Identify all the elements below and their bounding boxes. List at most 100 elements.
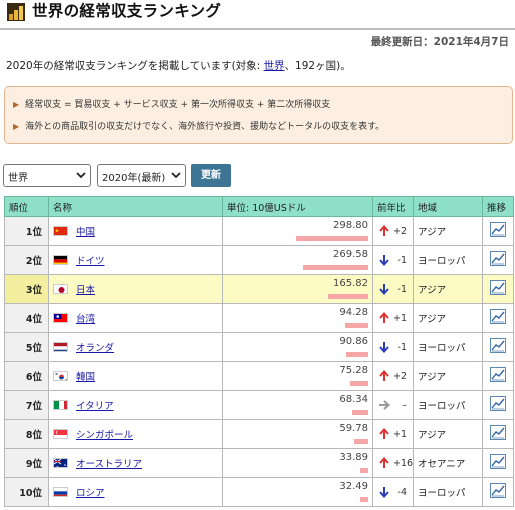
- germany-flag-icon: [53, 255, 68, 265]
- header-change[interactable]: 前年比: [372, 196, 414, 217]
- trend-cell[interactable]: [482, 448, 514, 478]
- rank-cell: 9位: [4, 448, 49, 478]
- page-title: 世界の経常収支ランキング: [32, 2, 222, 20]
- table-row: 5位 オランダ 90.86 -1 ヨーロッパ: [4, 332, 514, 362]
- definition-note-box: ▶ 経常収支 = 貿易収支 + サービス収支 + 第一次所得収支 + 第二次所得収…: [4, 86, 513, 144]
- name-cell: 韓国: [48, 361, 223, 391]
- down-arrow-icon: [379, 342, 389, 354]
- rank-cell: 5位: [4, 332, 49, 362]
- rank-cell: 4位: [4, 303, 49, 333]
- value-number: 59.78: [339, 423, 368, 434]
- change-value: +1: [393, 312, 408, 324]
- table-row: 6位 韓国 75.28 +2 アジア: [4, 361, 514, 391]
- rank-cell: 8位: [4, 419, 49, 449]
- table-row: 3位 日本 165.82 -1 アジア: [4, 274, 514, 304]
- right-arrow-icon: [379, 400, 391, 410]
- trend-cell[interactable]: [482, 419, 514, 449]
- line-chart-icon: [490, 483, 506, 498]
- value-bar: [346, 352, 368, 357]
- header-region[interactable]: 地域: [413, 196, 483, 217]
- header-value[interactable]: 単位: 10億USドル: [222, 196, 373, 217]
- value-cell: 59.78: [222, 419, 373, 449]
- update-button[interactable]: 更新: [191, 164, 231, 187]
- value-cell: 32.49: [222, 477, 373, 507]
- change-cell: +2: [372, 361, 414, 391]
- value-bar: [354, 439, 368, 444]
- table-row: 8位 シンガポール 59.78 +1 アジア: [4, 419, 514, 449]
- trend-cell[interactable]: [482, 245, 514, 275]
- country-link[interactable]: オランダ: [76, 340, 114, 354]
- trend-cell[interactable]: [482, 477, 514, 507]
- table-row: 1位 中国 298.80 +2 アジア: [4, 216, 514, 246]
- region-cell: アジア: [413, 419, 483, 449]
- russia-flag-icon: [53, 487, 68, 497]
- region-cell: ヨーロッパ: [413, 245, 483, 275]
- value-number: 68.34: [339, 394, 368, 405]
- rank-cell: 1位: [4, 216, 49, 246]
- region-cell: アジア: [413, 361, 483, 391]
- line-chart-icon: [490, 222, 506, 237]
- value-cell: 75.28: [222, 361, 373, 391]
- name-cell: 台湾: [48, 303, 223, 333]
- header-name[interactable]: 名称: [48, 196, 223, 217]
- country-link[interactable]: 中国: [76, 224, 95, 238]
- trend-cell[interactable]: [482, 216, 514, 246]
- japan-flag-icon: [53, 284, 68, 294]
- line-chart-icon: [490, 309, 506, 324]
- country-link[interactable]: ドイツ: [76, 253, 105, 267]
- up-arrow-icon: [379, 224, 389, 236]
- country-link[interactable]: ロシア: [76, 485, 105, 499]
- value-cell: 269.58: [222, 245, 373, 275]
- rank-cell: 10位: [4, 477, 49, 507]
- change-cell: +1: [372, 419, 414, 449]
- value-number: 165.82: [333, 278, 368, 289]
- value-number: 269.58: [333, 249, 368, 260]
- korea-flag-icon: [53, 371, 68, 381]
- region-cell: アジア: [413, 216, 483, 246]
- country-link[interactable]: 日本: [76, 282, 95, 296]
- change-value: +1: [393, 428, 408, 440]
- page-header: 世界の経常収支ランキング: [0, 0, 515, 30]
- trend-cell[interactable]: [482, 390, 514, 420]
- country-link[interactable]: 台湾: [76, 311, 95, 325]
- trend-cell[interactable]: [482, 303, 514, 333]
- up-arrow-icon: [379, 427, 389, 439]
- region-cell: ヨーロッパ: [413, 477, 483, 507]
- note-line: ▶ 経常収支 = 貿易収支 + サービス収支 + 第一次所得収支 + 第二次所得収…: [13, 100, 331, 110]
- line-chart-icon: [490, 396, 506, 411]
- ranking-table: 順位 名称 単位: 10億USドル 前年比 地域 推移 1位 中国 298.80 +2…: [4, 196, 514, 507]
- table-row: 4位 台湾 94.28 +1 アジア: [4, 303, 514, 333]
- line-chart-icon: [490, 367, 506, 382]
- line-chart-icon: [490, 280, 506, 295]
- gold-bars-logo-icon: [7, 3, 25, 21]
- country-link[interactable]: オーストラリア: [76, 456, 142, 470]
- value-number: 94.28: [339, 307, 368, 318]
- value-number: 298.80: [333, 220, 368, 231]
- value-cell: 68.34: [222, 390, 373, 420]
- chevron-down-icon: [171, 172, 181, 179]
- value-bar: [350, 381, 368, 386]
- trend-cell[interactable]: [482, 332, 514, 362]
- trend-cell[interactable]: [482, 361, 514, 391]
- change-cell: –: [372, 390, 414, 420]
- name-cell: オランダ: [48, 332, 223, 362]
- country-link[interactable]: 韓国: [76, 369, 95, 383]
- trend-cell[interactable]: [482, 274, 514, 304]
- value-bar: [328, 294, 368, 299]
- line-chart-icon: [490, 338, 506, 353]
- change-value: -1: [397, 283, 407, 295]
- value-bar: [352, 410, 368, 415]
- world-link[interactable]: 世界: [264, 60, 285, 72]
- region-select[interactable]: 世界: [3, 164, 91, 187]
- line-chart-icon: [490, 251, 506, 266]
- table-row: 10位 ロシア 32.49 -4 ヨーロッパ: [4, 477, 514, 507]
- country-link[interactable]: シンガポール: [76, 427, 133, 441]
- value-number: 33.89: [339, 452, 368, 463]
- country-link[interactable]: イタリア: [76, 398, 114, 412]
- year-select[interactable]: 2020年(最新): [97, 164, 186, 187]
- triangle-bullet-icon: ▶: [13, 122, 20, 131]
- down-arrow-icon: [379, 284, 389, 296]
- down-arrow-icon: [379, 487, 389, 499]
- header-rank[interactable]: 順位: [4, 196, 49, 217]
- value-bar: [303, 265, 368, 270]
